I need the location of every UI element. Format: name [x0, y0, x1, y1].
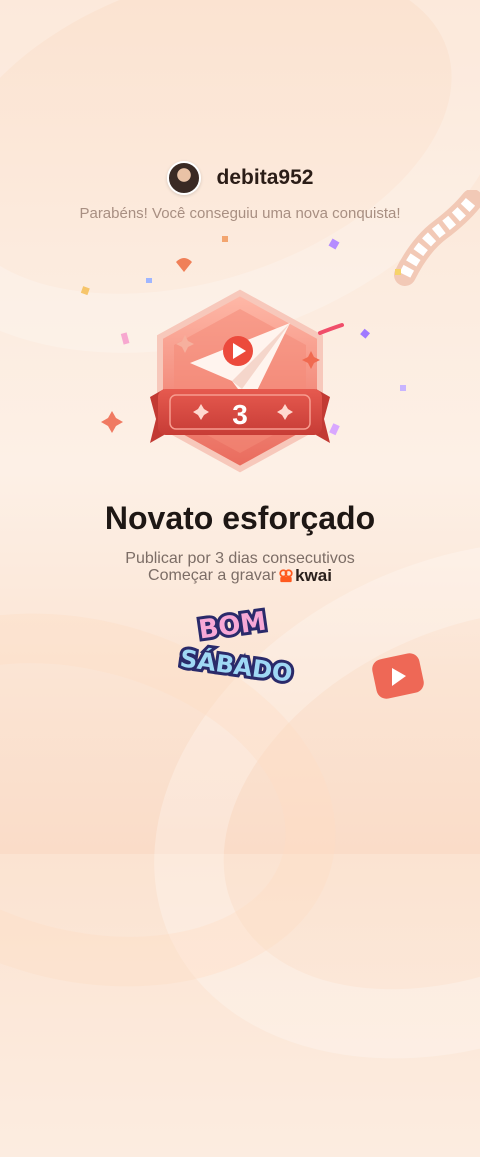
sticker-line-2: SÁBADO	[178, 643, 294, 687]
play-button-icon	[223, 336, 253, 366]
kwai-icon	[279, 569, 293, 583]
badge-level: 3	[232, 399, 248, 430]
start-recording-label: Começar a gravar	[148, 567, 277, 584]
achievement-badge: 3	[130, 285, 350, 475]
play-button-icon	[372, 653, 424, 699]
sticker-line-1: BOM	[197, 606, 268, 645]
start-recording-link[interactable]: Começar a gravar kwai	[0, 566, 480, 586]
avatar[interactable]	[166, 161, 201, 195]
user-header: debita952	[0, 158, 480, 198]
brand-name: kwai	[295, 566, 332, 585]
kwai-logo: kwai	[279, 566, 332, 586]
achievement-title: Novato esforçado	[104, 500, 376, 536]
congrats-message: Parabéns! Você conseguiu uma nova conqui…	[79, 205, 401, 222]
bom-sabado-sticker[interactable]: BOM SÁBADO	[178, 600, 298, 692]
username[interactable]: debita952	[217, 166, 314, 190]
